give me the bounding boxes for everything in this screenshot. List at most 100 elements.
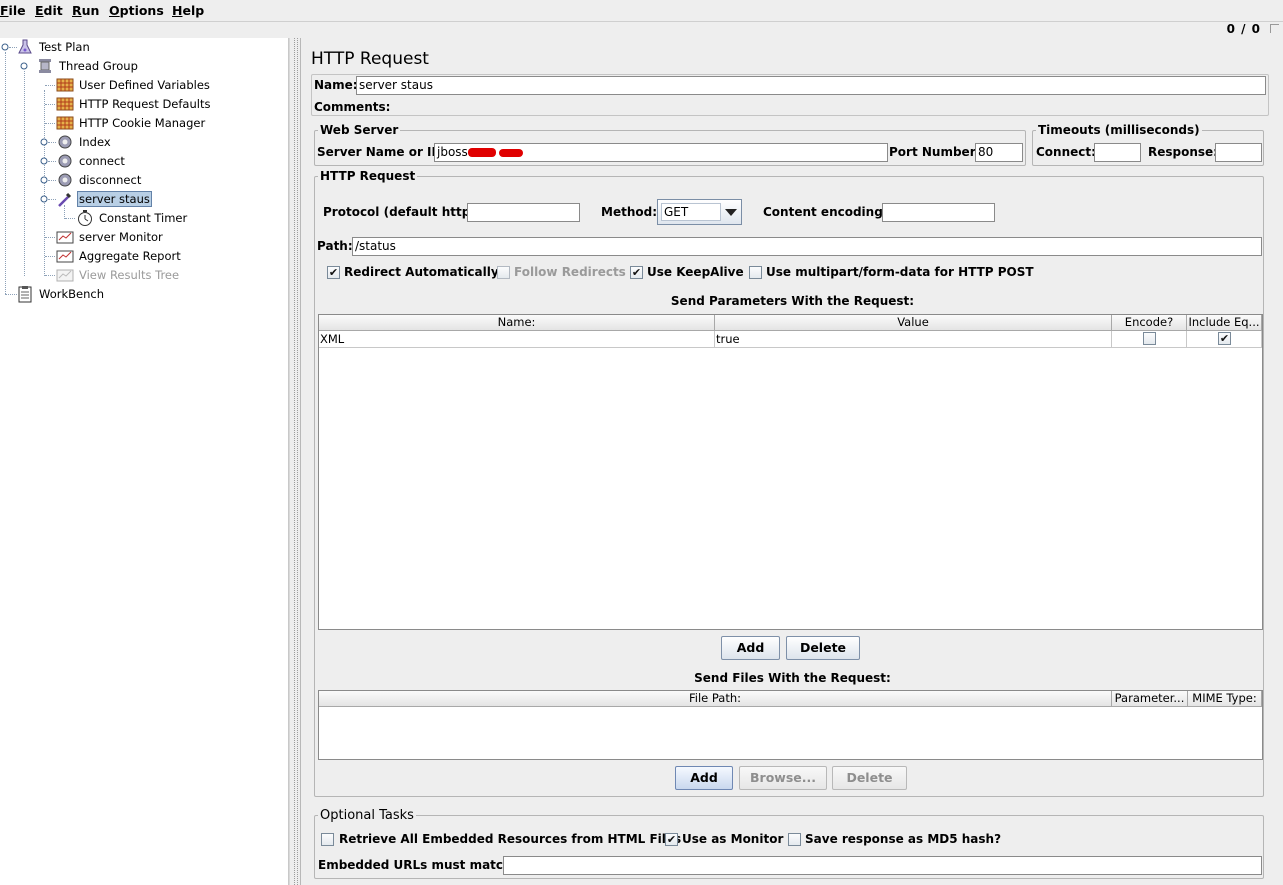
delete-parameter-button[interactable]: Delete <box>786 636 860 660</box>
encode-checkbox[interactable] <box>1143 332 1156 345</box>
menu-bar: File Edit Run Options Help <box>0 0 1283 22</box>
tree-item-label: server staus <box>77 191 152 207</box>
tree-item-connect[interactable]: connect <box>0 152 289 170</box>
response-label: Response: <box>1148 145 1218 159</box>
thread-counter: 0 / 0 <box>1226 22 1261 36</box>
menu-edit[interactable]: Edit <box>35 3 63 18</box>
use-as-monitor-checkbox[interactable]: ✔ <box>665 833 678 846</box>
controller-icon <box>58 154 72 168</box>
browse-file-button[interactable]: Browse... <box>739 766 827 790</box>
name-field[interactable]: server staus <box>356 76 1266 95</box>
redirect-automatically-checkbox[interactable]: ✔ <box>327 266 340 279</box>
tree-item-label: HTTP Cookie Manager <box>79 116 206 130</box>
save-md5-label: Save response as MD5 hash? <box>805 832 1002 846</box>
tree-item-view-results-tree[interactable]: View Results Tree <box>0 266 289 284</box>
use-keepalive-checkbox[interactable]: ✔ <box>630 266 643 279</box>
column-header-encode[interactable]: Encode? <box>1112 315 1187 331</box>
use-multipart-checkbox[interactable] <box>749 266 762 279</box>
send-parameters-heading: Send Parameters With the Request: <box>670 294 915 308</box>
retrieve-embedded-checkbox[interactable] <box>321 833 334 846</box>
param-value-cell[interactable]: true <box>715 331 1112 348</box>
graph-listener-icon <box>56 231 74 244</box>
spool-icon <box>39 59 51 73</box>
server-name-field[interactable]: jboss. <box>434 143 888 162</box>
tree-collapse-icon[interactable] <box>20 62 29 71</box>
include-equals-checkbox[interactable]: ✔ <box>1218 332 1231 345</box>
tree-item-server-staus[interactable]: server staus <box>0 190 289 208</box>
column-header-mime-type[interactable]: MIME Type: <box>1188 691 1262 707</box>
tree-item-constant-timer[interactable]: Constant Timer <box>0 209 289 227</box>
http-request-panel: HTTP Request Name: server staus Comments… <box>300 38 1283 885</box>
column-header-value[interactable]: Value <box>715 315 1112 331</box>
port-number-label: Port Number: <box>889 145 981 159</box>
graph-listener-icon <box>56 269 74 282</box>
tree-item-http-cookie-manager[interactable]: HTTP Cookie Manager <box>0 114 289 132</box>
method-value: GET <box>661 203 721 221</box>
tree-item-http-request-defaults[interactable]: HTTP Request Defaults <box>0 95 289 113</box>
param-name-cell[interactable]: XML <box>319 331 715 348</box>
tree-item-workbench[interactable]: WorkBench <box>0 285 289 303</box>
tree-item-label: User Defined Variables <box>79 78 210 92</box>
add-parameter-button[interactable]: Add <box>721 636 780 660</box>
controller-icon <box>58 173 72 187</box>
menu-help[interactable]: Help <box>172 3 204 18</box>
error-log-icon[interactable] <box>1270 24 1279 33</box>
files-table: File Path: Parameter... MIME Type: <box>318 690 1263 760</box>
split-pane-divider[interactable] <box>289 38 300 885</box>
use-keepalive-label: Use KeepAlive <box>647 265 744 279</box>
column-header-name[interactable]: Name: <box>319 315 715 331</box>
connect-label: Connect: <box>1036 145 1096 159</box>
tree-item-label: Aggregate Report <box>79 249 181 263</box>
sampler-pipette-icon <box>58 192 72 207</box>
name-label: Name: <box>314 78 358 92</box>
response-timeout-field[interactable] <box>1215 143 1262 162</box>
tree-item-label: disconnect <box>79 173 142 187</box>
graph-listener-icon <box>56 250 74 263</box>
web-server-legend: Web Server <box>318 123 401 137</box>
menu-file[interactable]: File <box>0 3 26 18</box>
controller-icon <box>58 135 72 149</box>
tree-item-test-plan[interactable]: Test Plan <box>0 38 289 56</box>
follow-redirects-label: Follow Redirects <box>514 265 626 279</box>
save-md5-checkbox[interactable] <box>788 833 801 846</box>
tree-item-label: Index <box>79 135 111 149</box>
protocol-field[interactable] <box>467 203 580 222</box>
follow-redirects-checkbox[interactable] <box>497 266 510 279</box>
delete-file-button[interactable]: Delete <box>832 766 907 790</box>
column-header-parameter[interactable]: Parameter... <box>1112 691 1188 707</box>
tree-item-user-defined-variables[interactable]: User Defined Variables <box>0 76 289 94</box>
column-header-file-path[interactable]: File Path: <box>319 691 1112 707</box>
stopwatch-icon <box>78 210 92 226</box>
tree-item-label: Test Plan <box>39 40 90 54</box>
menu-run[interactable]: Run <box>72 3 99 18</box>
menu-options[interactable]: Options <box>109 3 164 18</box>
flask-icon <box>18 39 32 54</box>
embedded-urls-field[interactable] <box>503 856 1262 875</box>
tree-item-thread-group[interactable]: Thread Group <box>0 57 289 75</box>
port-number-field[interactable]: 80 <box>975 143 1023 162</box>
status-bar: 0 / 0 <box>0 22 1283 38</box>
connect-timeout-field[interactable] <box>1094 143 1141 162</box>
content-encoding-field[interactable] <box>882 203 995 222</box>
param-include-equals-cell[interactable]: ✔ <box>1187 331 1262 348</box>
tree-item-disconnect[interactable]: disconnect <box>0 171 289 189</box>
column-header-include-equals[interactable]: Include Eq... <box>1187 315 1262 331</box>
config-grid-icon <box>56 78 74 92</box>
content-encoding-label: Content encoding: <box>763 205 888 219</box>
method-select[interactable]: GET <box>657 199 742 225</box>
redacted-mark <box>467 148 496 157</box>
add-file-button[interactable]: Add <box>675 766 733 790</box>
tree-item-aggregate-report[interactable]: Aggregate Report <box>0 247 289 265</box>
clipboard-icon <box>18 286 32 303</box>
method-label: Method: <box>601 205 657 219</box>
config-grid-icon <box>56 116 74 130</box>
param-encode-cell[interactable] <box>1112 331 1187 348</box>
tree-item-index[interactable]: Index <box>0 133 289 151</box>
path-field[interactable]: /status <box>352 237 1262 256</box>
embedded-urls-label: Embedded URLs must match: <box>318 858 517 872</box>
path-label: Path: <box>317 239 353 253</box>
parameters-table: Name: Value Encode? Include Eq... XML tr… <box>318 314 1263 630</box>
use-multipart-label: Use multipart/form-data for HTTP POST <box>766 265 1034 279</box>
tree-item-server-monitor[interactable]: server Monitor <box>0 228 289 246</box>
optional-tasks-legend: Optional Tasks <box>318 808 416 823</box>
